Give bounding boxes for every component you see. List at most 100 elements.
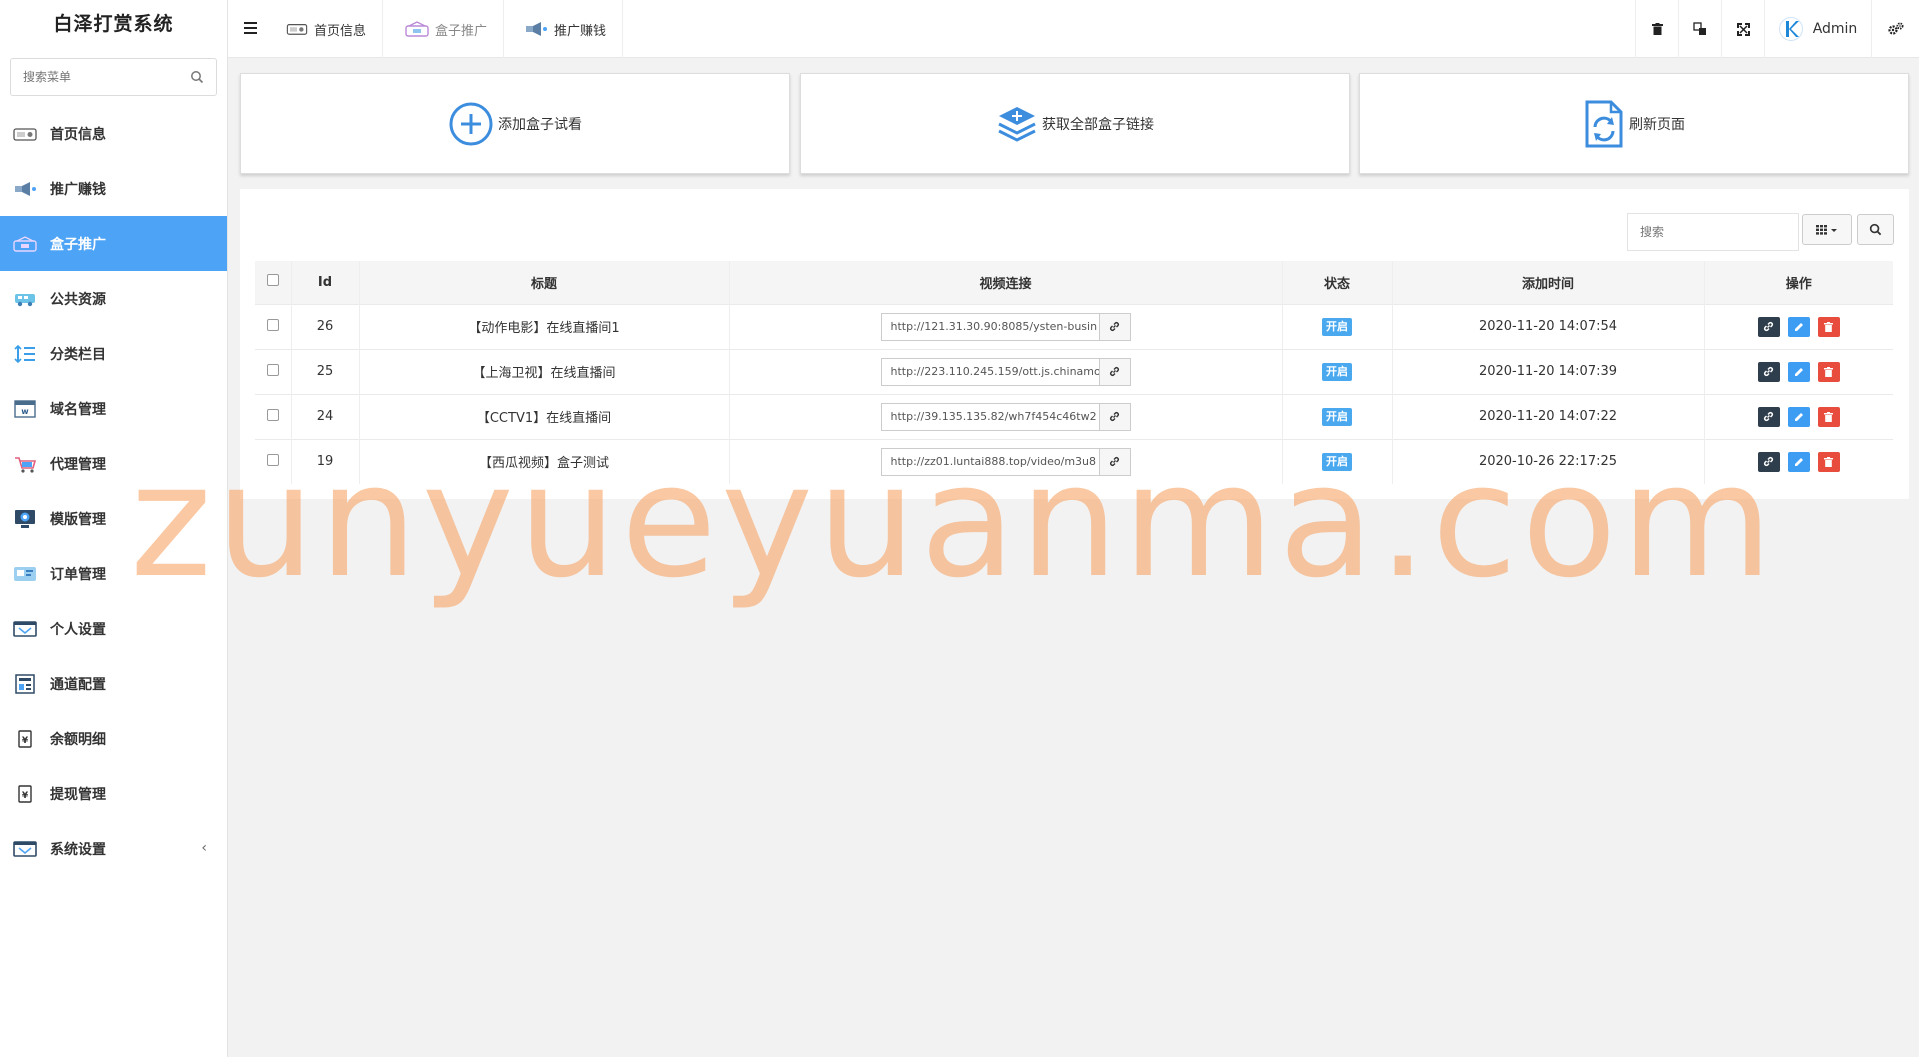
table-row: 19 【西瓜视频】盒子测试 http://zz01.luntai888.top/… bbox=[255, 438, 1893, 484]
copy-link-button[interactable] bbox=[1098, 447, 1131, 476]
row-checkbox[interactable] bbox=[266, 453, 279, 466]
channel-icon bbox=[12, 673, 38, 694]
link-button[interactable] bbox=[1757, 361, 1780, 382]
tab-box-promo[interactable]: 盒子推广 bbox=[389, 0, 505, 58]
menu-search-input[interactable] bbox=[11, 59, 216, 95]
edit-button[interactable] bbox=[1787, 361, 1810, 382]
copy-link-button[interactable] bbox=[1098, 402, 1131, 431]
row-url-input[interactable]: http://zz01.luntai888.top/video/m3u8 bbox=[880, 447, 1099, 476]
get-all-links-label: 获取全部盒子链接 bbox=[1042, 116, 1154, 133]
sidebar-item-resources[interactable]: 公共资源 bbox=[0, 271, 227, 326]
select-all-checkbox[interactable] bbox=[266, 274, 279, 287]
order-icon bbox=[12, 564, 38, 584]
copy-link-button[interactable] bbox=[1098, 357, 1131, 386]
sidebar-item-label: 提现管理 bbox=[50, 786, 106, 803]
row-checkbox[interactable] bbox=[266, 408, 279, 421]
table-search[interactable] bbox=[1627, 213, 1799, 251]
copy-link-button[interactable] bbox=[1098, 312, 1131, 341]
sidebar-item-system[interactable]: 系统设置 ‹ bbox=[0, 821, 227, 876]
row-checkbox[interactable] bbox=[266, 363, 279, 376]
user-menu[interactable]: Admin bbox=[1764, 0, 1871, 58]
row-id: 24 bbox=[291, 393, 360, 439]
link-button[interactable] bbox=[1757, 451, 1780, 472]
sidebar-item-promo[interactable]: 推广赚钱 bbox=[0, 161, 227, 216]
edit-button[interactable] bbox=[1787, 406, 1810, 427]
menu-toggle-icon[interactable] bbox=[240, 19, 262, 39]
row-id: 19 bbox=[291, 438, 360, 484]
col-title[interactable]: 标题 bbox=[359, 261, 730, 304]
clear-cache-button[interactable] bbox=[1635, 0, 1678, 58]
col-url[interactable]: 视频连接 bbox=[729, 261, 1283, 304]
fullscreen-button[interactable] bbox=[1721, 0, 1764, 58]
tab-promo[interactable]: 推广赚钱 bbox=[508, 0, 624, 58]
link-button[interactable] bbox=[1757, 406, 1780, 427]
add-box-button[interactable]: 添加盒子试看 bbox=[240, 73, 790, 174]
sidebar-item-order[interactable]: 订单管理 bbox=[0, 546, 227, 601]
link-icon bbox=[1110, 367, 1119, 376]
sidebar-item-label: 首页信息 bbox=[50, 126, 106, 143]
layers-add-icon bbox=[996, 103, 1038, 145]
sidebar-item-withdraw[interactable]: ¥ 提现管理 bbox=[0, 766, 227, 821]
delete-button[interactable] bbox=[1817, 451, 1840, 472]
search-icon[interactable] bbox=[190, 70, 204, 84]
top-navbar: 首页信息 盒子推广 推广赚钱 Admin bbox=[228, 0, 1919, 58]
system-icon bbox=[12, 839, 38, 859]
table-row: 26 【动作电影】在线直播间1 http://121.31.30.90:8085… bbox=[255, 303, 1893, 349]
tab-home[interactable]: 首页信息 bbox=[270, 0, 384, 58]
sidebar-item-label: 盒子推广 bbox=[50, 236, 106, 253]
trash-icon bbox=[1651, 23, 1663, 35]
domain-icon: w bbox=[12, 399, 38, 419]
table-search-input[interactable] bbox=[1628, 214, 1798, 250]
table-search-button[interactable] bbox=[1857, 214, 1894, 245]
row-url-input[interactable]: http://223.110.245.159/ott.js.chinamo bbox=[880, 357, 1099, 386]
row-url-input[interactable]: http://121.31.30.90:8085/ysten-busin bbox=[880, 312, 1099, 341]
row-actions bbox=[1704, 303, 1893, 349]
plus-circle-icon bbox=[448, 101, 494, 147]
link-button[interactable] bbox=[1757, 316, 1780, 337]
resource-icon bbox=[12, 289, 38, 309]
user-name: Admin bbox=[1812, 21, 1858, 37]
edit-button[interactable] bbox=[1787, 451, 1810, 472]
balance-icon: ¥ bbox=[12, 729, 38, 749]
col-time[interactable]: 添加时间 bbox=[1392, 261, 1705, 304]
settings-button[interactable] bbox=[1871, 0, 1919, 58]
delete-button[interactable] bbox=[1817, 361, 1840, 382]
language-button[interactable] bbox=[1678, 0, 1721, 58]
status-badge: 开启 bbox=[1322, 407, 1352, 426]
sidebar-item-template[interactable]: 模版管理 bbox=[0, 491, 227, 546]
row-checkbox[interactable] bbox=[266, 318, 279, 331]
row-url-input[interactable]: http://39.135.135.82/wh7f454c46tw2 bbox=[880, 402, 1099, 431]
top-right-toolbar: Admin bbox=[1635, 0, 1919, 58]
sidebar-item-profile[interactable]: 个人设置 bbox=[0, 601, 227, 656]
col-status[interactable]: 状态 bbox=[1282, 261, 1393, 304]
trash-icon bbox=[1824, 366, 1834, 377]
pencil-icon bbox=[1794, 457, 1803, 466]
sidebar-item-category[interactable]: 分类栏目 bbox=[0, 326, 227, 381]
sidebar-item-label: 模版管理 bbox=[50, 511, 106, 528]
table-row: 25 【上海卫视】在线直播间 http://223.110.245.159/ot… bbox=[255, 348, 1893, 394]
sidebar-item-home[interactable]: 首页信息 bbox=[0, 106, 227, 161]
table-panel: Id 标题 视频连接 状态 添加时间 操作 26 【动作电影】在线直播间1 ht… bbox=[240, 189, 1909, 499]
sidebar-item-domain[interactable]: w 域名管理 bbox=[0, 381, 227, 436]
sidebar-item-box-promo[interactable]: 盒子推广 bbox=[0, 216, 227, 271]
delete-button[interactable] bbox=[1817, 316, 1840, 337]
sidebar-item-agent[interactable]: 代理管理 bbox=[0, 436, 227, 491]
box-promo-icon bbox=[405, 21, 429, 37]
row-title: 【动作电影】在线直播间1 bbox=[359, 303, 730, 349]
refresh-page-button[interactable]: 刷新页面 bbox=[1359, 73, 1909, 174]
avatar bbox=[1778, 17, 1803, 41]
sidebar-item-channel[interactable]: 通道配置 bbox=[0, 656, 227, 711]
col-id[interactable]: Id bbox=[291, 261, 360, 304]
pencil-icon bbox=[1794, 412, 1803, 421]
delete-button[interactable] bbox=[1817, 406, 1840, 427]
trash-icon bbox=[1824, 456, 1834, 467]
table-row: 24 【CCTV1】在线直播间 http://39.135.135.82/wh7… bbox=[255, 393, 1893, 439]
menu-search[interactable] bbox=[10, 58, 217, 96]
row-status-cell: 开启 bbox=[1282, 348, 1393, 394]
get-all-links-button[interactable]: 获取全部盒子链接 bbox=[800, 73, 1350, 174]
sidebar-item-balance[interactable]: ¥ 余额明细 bbox=[0, 711, 227, 766]
withdraw-icon: ¥ bbox=[12, 784, 38, 804]
chevron-left-icon[interactable]: ‹ bbox=[201, 840, 207, 856]
edit-button[interactable] bbox=[1787, 316, 1810, 337]
columns-toggle-button[interactable] bbox=[1802, 214, 1852, 245]
